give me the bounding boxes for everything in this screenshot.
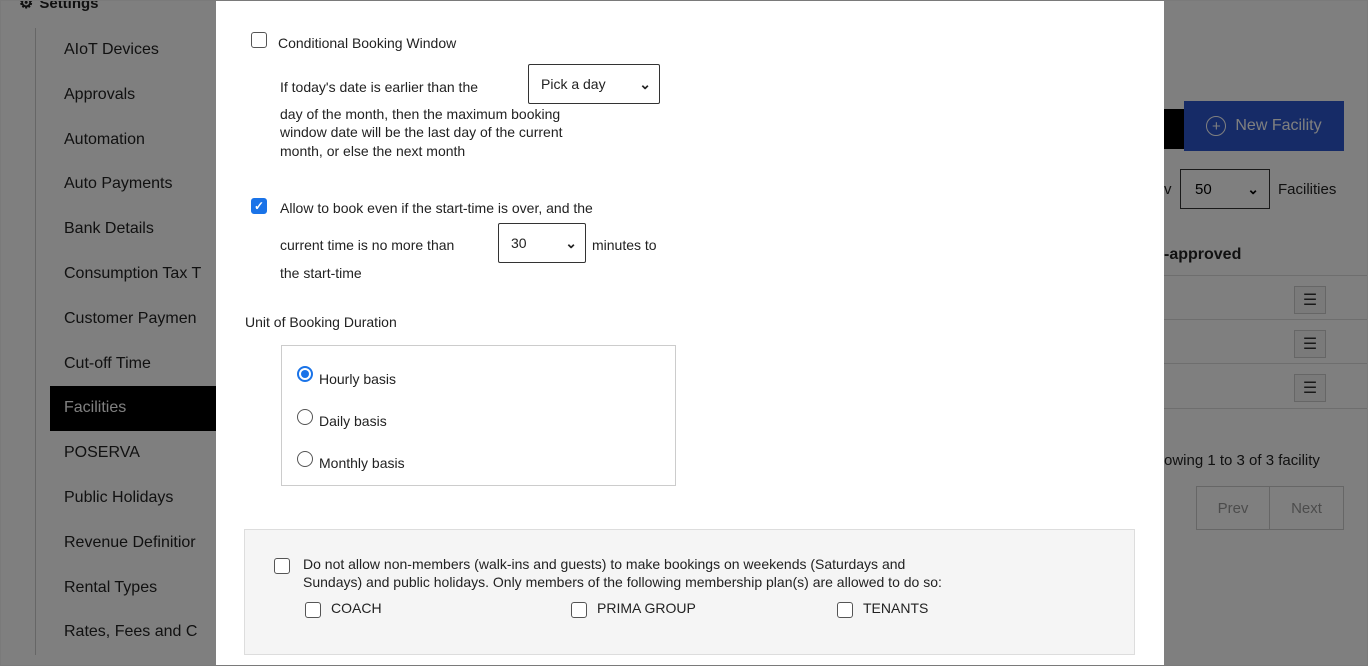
pick-day-select[interactable]: Pick a day ⌄ — [528, 64, 660, 104]
daily-basis-label: Daily basis — [319, 413, 387, 429]
weekend-restriction-text-1: Do not allow non-members (walk-ins and g… — [303, 556, 906, 572]
plan-coach-checkbox[interactable] — [305, 602, 321, 618]
plan-prima-group-label: PRIMA GROUP — [597, 600, 696, 616]
plan-tenants-label: TENANTS — [863, 600, 929, 616]
pick-day-value: Pick a day — [541, 76, 606, 92]
daily-basis-radio[interactable] — [297, 409, 313, 425]
conditional-booking-window-label: Conditional Booking Window — [278, 35, 457, 51]
booking-duration-options: Hourly basis Daily basis Monthly basis — [281, 345, 676, 486]
hourly-basis-label: Hourly basis — [319, 371, 397, 387]
conditional-window-text-4: month, or else the next month — [280, 143, 466, 159]
booking-duration-label: Unit of Booking Duration — [245, 314, 397, 330]
minutes-select[interactable]: 30 ⌄ — [498, 223, 586, 263]
conditional-window-text-2: day of the month, then the maximum booki… — [280, 106, 561, 122]
conditional-booking-window-checkbox[interactable] — [251, 32, 267, 48]
plan-tenants-checkbox[interactable] — [837, 602, 853, 618]
allow-late-text-4: the start-time — [280, 265, 362, 281]
allow-late-text-3: minutes to — [592, 237, 657, 253]
allow-late-booking-checkbox[interactable]: ✓ — [251, 198, 267, 214]
app-frame: ⚙Settings AIoT Devices Approvals Automat… — [0, 0, 1368, 666]
facility-settings-modal: Conditional Booking Window If today's da… — [216, 1, 1164, 665]
allow-late-text-2: current time is no more than — [280, 237, 455, 253]
chevron-down-icon: ⌄ — [565, 234, 577, 251]
weekend-restriction-checkbox[interactable] — [274, 558, 290, 574]
conditional-window-text-3: window date will be the last day of the … — [280, 124, 563, 140]
minutes-value: 30 — [511, 235, 527, 251]
chevron-down-icon: ⌄ — [639, 75, 651, 92]
weekend-restriction-text-2: Sundays) and public holidays. Only membe… — [303, 574, 942, 590]
hourly-basis-radio[interactable] — [297, 366, 313, 382]
monthly-basis-radio[interactable] — [297, 451, 313, 467]
plan-prima-group-checkbox[interactable] — [571, 602, 587, 618]
plan-coach-label: COACH — [331, 600, 382, 616]
monthly-basis-label: Monthly basis — [319, 455, 405, 471]
conditional-window-text-1: If today's date is earlier than the — [280, 79, 479, 95]
weekend-restriction-box: Do not allow non-members (walk-ins and g… — [244, 529, 1135, 655]
allow-late-text-1: Allow to book even if the start-time is … — [280, 200, 593, 216]
